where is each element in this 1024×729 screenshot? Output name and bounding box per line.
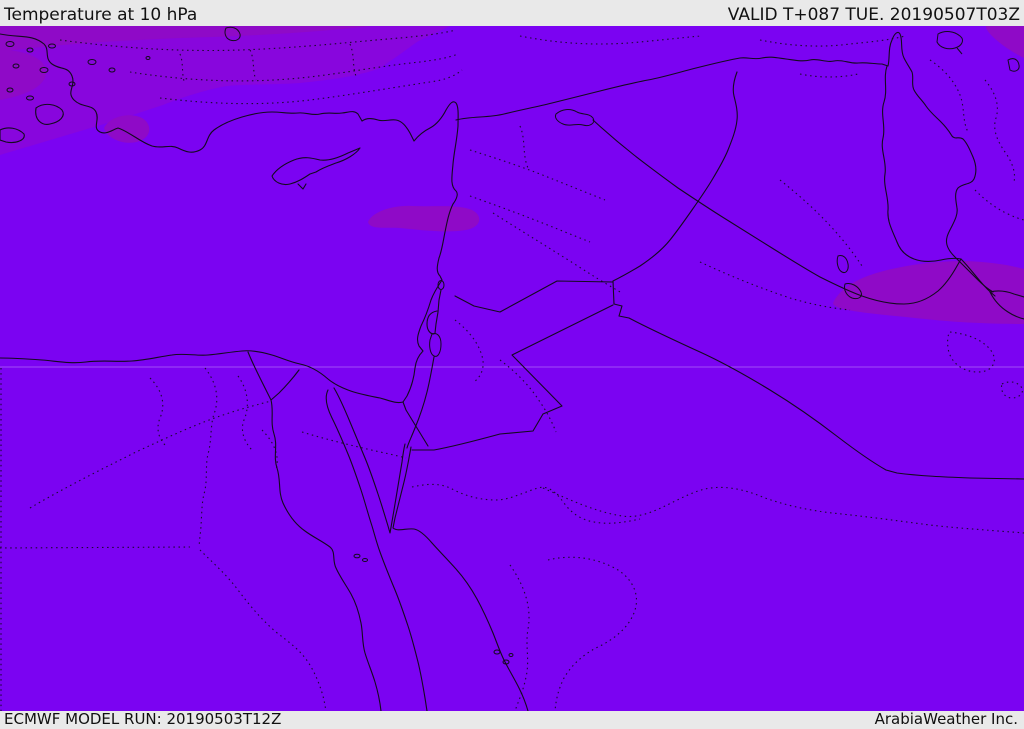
page-title: Temperature at 10 hPa [4, 5, 198, 25]
model-run-label: ECMWF MODEL RUN: 20190503T12Z [4, 710, 282, 728]
header-bar: Temperature at 10 hPa VALID T+087 TUE. 2… [0, 0, 1024, 26]
temperature-map [0, 26, 1024, 711]
temperature-band-warm [0, 26, 1024, 711]
footer-bar: ECMWF MODEL RUN: 20190503T12Z ArabiaWeat… [0, 711, 1024, 729]
temperature-patch-lebanon [368, 205, 480, 232]
valid-time-label: VALID T+087 TUE. 20190507T03Z [727, 5, 1020, 25]
map-canvas [0, 26, 1024, 711]
brand-label: ArabiaWeather Inc. [874, 710, 1018, 728]
